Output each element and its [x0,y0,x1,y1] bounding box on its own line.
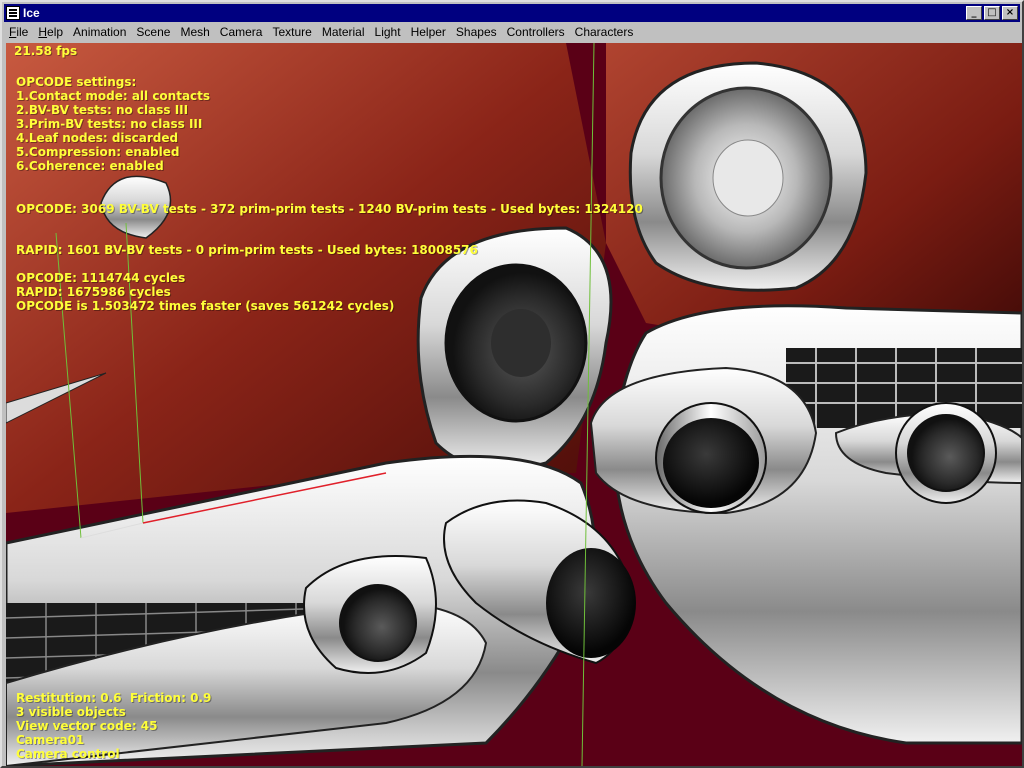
status-readout: Restitution: 0.6 Friction: 0.9 3 visible … [16,691,211,761]
status-line: Camera control [16,747,120,761]
fps-readout: 21.58 fps [14,44,78,58]
opcode-setting-line: 5.Compression: enabled [16,145,180,159]
menu-scene[interactable]: Scene [131,23,175,42]
menu-light[interactable]: Light [370,23,406,42]
right-headlight [628,61,868,292]
opcode-setting-line: 2.BV-BV tests: no class III [16,103,189,117]
menu-controllers[interactable]: Controllers [502,23,570,42]
close-button[interactable]: × [1002,6,1018,20]
title-bar[interactable]: Ice _ □ × [4,4,1020,22]
menu-help[interactable]: Help [33,23,68,42]
cycle-line: OPCODE is 1.503472 times faster (saves 5… [16,299,395,313]
menu-animation[interactable]: Animation [68,23,131,42]
menu-material[interactable]: Material [317,23,370,42]
status-line: Restitution: 0.6 Friction: 0.9 [16,691,212,705]
rapid-stats: RAPID: 1601 BV-BV tests - 0 prim-prim te… [16,243,478,257]
menu-file[interactable]: File [4,23,33,42]
status-line: 3 visible objects [16,705,126,719]
opcode-setting-line: OPCODE settings: [16,75,137,89]
menu-shapes[interactable]: Shapes [451,23,502,42]
menu-camera[interactable]: Camera [215,23,268,42]
app-icon[interactable] [6,6,20,20]
opcode-setting-line: 3.Prim-BV tests: no class III [16,117,203,131]
opcode-setting-line: 1.Contact mode: all contacts [16,89,211,103]
cycle-comparison: OPCODE: 1114744 cycles RAPID: 1675986 cyc… [16,271,394,313]
opcode-setting-line: 6.Coherence: enabled [16,159,164,173]
maximize-button[interactable]: □ [984,6,1000,20]
minimize-button[interactable]: _ [966,6,982,20]
window-title: Ice [23,6,40,20]
status-line: Camera01 [16,733,85,747]
menu-texture[interactable]: Texture [267,23,316,42]
window-controls: _ □ × [964,6,1018,20]
menu-bar: File Help Animation Scene Mesh Camera Texture M… [4,23,1020,42]
menu-mesh[interactable]: Mesh [175,23,214,42]
right-bumper [589,304,1022,745]
cycle-line: OPCODE: 1114744 cycles [16,271,186,285]
status-line: View vector code: 45 [16,719,158,733]
opcode-stats: OPCODE: 3069 BV-BV tests - 372 prim-prim… [16,202,643,216]
app-window: Ice _ □ × File Help Animation Scene Mesh Came… [0,0,1024,768]
menu-characters[interactable]: Characters [570,23,639,42]
menu-helper[interactable]: Helper [406,23,451,42]
opcode-settings: OPCODE settings: 1.Contact mode: all cont… [16,75,210,173]
opcode-setting-line: 4.Leaf nodes: discarded [16,131,179,145]
3d-viewport[interactable]: 21.58 fps OPCODE settings: 1.Contact mode… [6,43,1022,766]
cycle-line: RAPID: 1675986 cycles [16,285,171,299]
left-headlight [416,226,613,472]
